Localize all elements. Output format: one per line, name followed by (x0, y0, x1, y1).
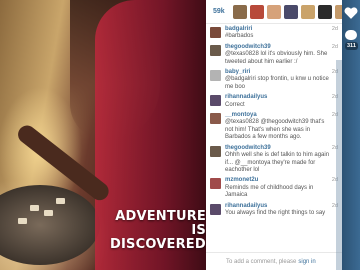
caption-username[interactable]: badgalriri (225, 26, 330, 33)
liker-avatar[interactable] (266, 4, 281, 19)
photo-tagline: ADVENTURE IS DISCOVERED. (110, 210, 206, 252)
tagline-line2: IS DISCOVERED. (110, 223, 206, 252)
comment-bubble-icon[interactable] (345, 30, 357, 40)
domino-tile (30, 205, 39, 211)
comment-text: You always find the right things to say (225, 209, 326, 216)
post-photo: ADVENTURE IS DISCOVERED. (0, 0, 206, 270)
comments-panel: 59k badgalriri #barbados 2d thegoodwitch… (206, 0, 342, 270)
avatar[interactable] (210, 44, 221, 56)
like-button-icon[interactable] (344, 6, 358, 20)
sign-in-link[interactable]: sign in (298, 259, 315, 265)
comment-item: rihannadailyus Correct 2d (210, 94, 338, 109)
comment-username[interactable]: mzmonet2u (225, 177, 330, 184)
liker-avatar[interactable] (232, 4, 247, 19)
avatar[interactable] (210, 70, 221, 82)
avatar[interactable] (210, 113, 221, 125)
comment-username[interactable]: thegoodwitch39 (225, 145, 330, 152)
liker-avatar[interactable] (249, 4, 264, 19)
comment-username[interactable]: thegoodwitch39 (225, 44, 330, 51)
comment-text: @badgalriri stop frontin, u knw u notice… (225, 76, 329, 90)
comment-username[interactable]: rihannadailyus (225, 203, 330, 210)
domino-tile (44, 210, 53, 216)
likes-count: 59k (213, 8, 225, 15)
comment-item: baby_riri @badgalriri stop frontin, u knw… (210, 69, 338, 91)
tagline-line1: ADVENTURE (115, 209, 206, 224)
comment-username[interactable]: rihannadailyus (225, 94, 330, 101)
caption-text: #barbados (225, 33, 254, 40)
photo-table (0, 185, 100, 265)
avatar[interactable] (210, 145, 221, 157)
liker-avatar[interactable] (317, 4, 332, 19)
liker-avatar[interactable] (334, 4, 342, 19)
avatar[interactable] (210, 27, 221, 38)
comment-item: thegoodwitch39 @texas0828 lol it's obviou… (210, 44, 338, 66)
comment-count-badge: 311 (345, 42, 358, 50)
comment-item: rihannadailyus You always find the right … (210, 203, 338, 218)
domino-tile (18, 218, 27, 224)
domino-tile (56, 198, 65, 204)
comment-username[interactable]: baby_riri (225, 69, 330, 76)
caption-time: 2d (331, 26, 338, 32)
comments-list: badgalriri #barbados 2d thegoodwitch39 @t… (206, 24, 342, 217)
likes-bar: 59k (206, 0, 342, 24)
comment-item: mzmonet2u Reminds me of childhood days in… (210, 177, 338, 199)
comment-username[interactable]: __montoya (225, 112, 330, 119)
comment-text: @texas0828 lol it's obviously him. She t… (225, 51, 328, 65)
comment-text: Correct (225, 101, 245, 108)
comment-item: __montoya @texas0828 @thegoodwitch39 that… (210, 112, 338, 142)
comment-text: @texas0828 @thegoodwitch39 that's not hi… (225, 119, 325, 141)
comment-item: thegoodwitch39 Ohhh well she is def talki… (210, 145, 338, 175)
comment-time: 2d (331, 43, 338, 50)
action-rail: 311 (342, 0, 360, 270)
avatar[interactable] (210, 203, 221, 215)
comment-text: Reminds me of childhood days in Jamaica (225, 184, 314, 199)
add-comment-bar: To add a comment, please sign in (206, 252, 342, 270)
comment-text: Ohhh well she is def talkin to him again… (225, 152, 330, 173)
add-comment-prompt: To add a comment, please (226, 258, 297, 265)
liker-avatar[interactable] (283, 4, 298, 19)
caption: badgalriri #barbados 2d (210, 26, 338, 41)
avatar[interactable] (210, 95, 221, 107)
liker-avatar[interactable] (300, 4, 315, 19)
likers-row (232, 4, 342, 19)
avatar[interactable] (210, 178, 221, 190)
